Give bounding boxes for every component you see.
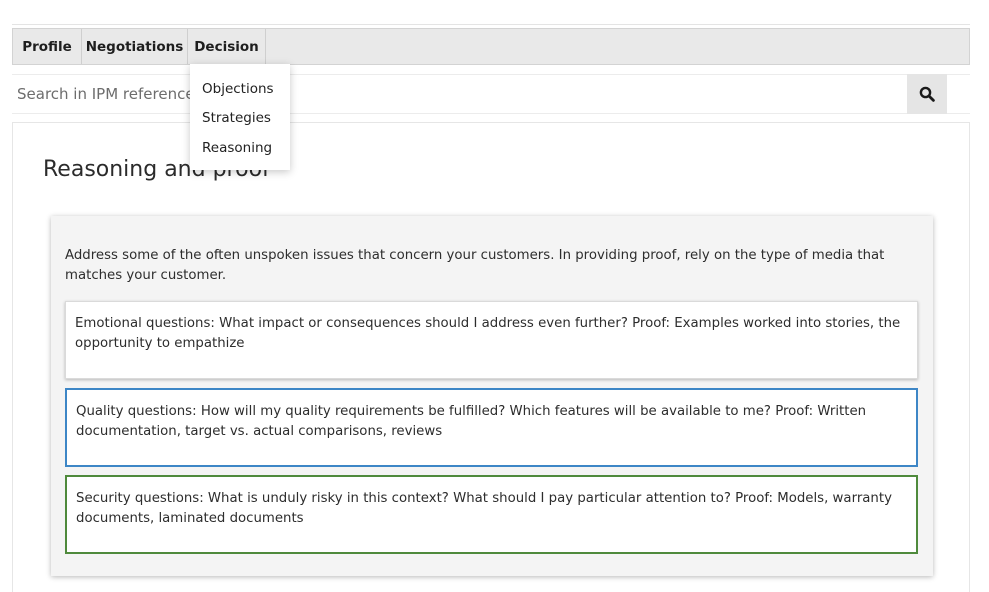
reasoning-card: Address some of the often unspoken issue… [51, 216, 933, 576]
search-input[interactable] [12, 75, 907, 113]
security-questions-box: Security questions: What is unduly risky… [65, 475, 918, 554]
search-icon [919, 86, 935, 102]
menu-item-objections[interactable]: Objections [190, 74, 290, 104]
content-panel: Reasoning and proof Address some of the … [12, 122, 970, 592]
menu-item-strategies[interactable]: Strategies [190, 104, 290, 134]
tab-profile[interactable]: Profile [13, 29, 82, 64]
decision-dropdown-menu: Objections Strategies Reasoning [190, 64, 290, 170]
card-intro-text: Address some of the often unspoken issue… [65, 248, 885, 283]
tab-negotiations[interactable]: Negotiations [82, 29, 188, 64]
menu-item-reasoning[interactable]: Reasoning [190, 133, 290, 163]
tab-decision[interactable]: Decision [188, 29, 266, 64]
top-divider [12, 24, 970, 25]
quality-questions-box: Quality questions: How will my quality r… [65, 388, 918, 467]
main-nav: Profile Negotiations Decision [12, 28, 970, 65]
search-button[interactable] [907, 74, 947, 114]
emotional-questions-box: Emotional questions: What impact or cons… [65, 301, 918, 379]
search-bar [12, 74, 970, 114]
